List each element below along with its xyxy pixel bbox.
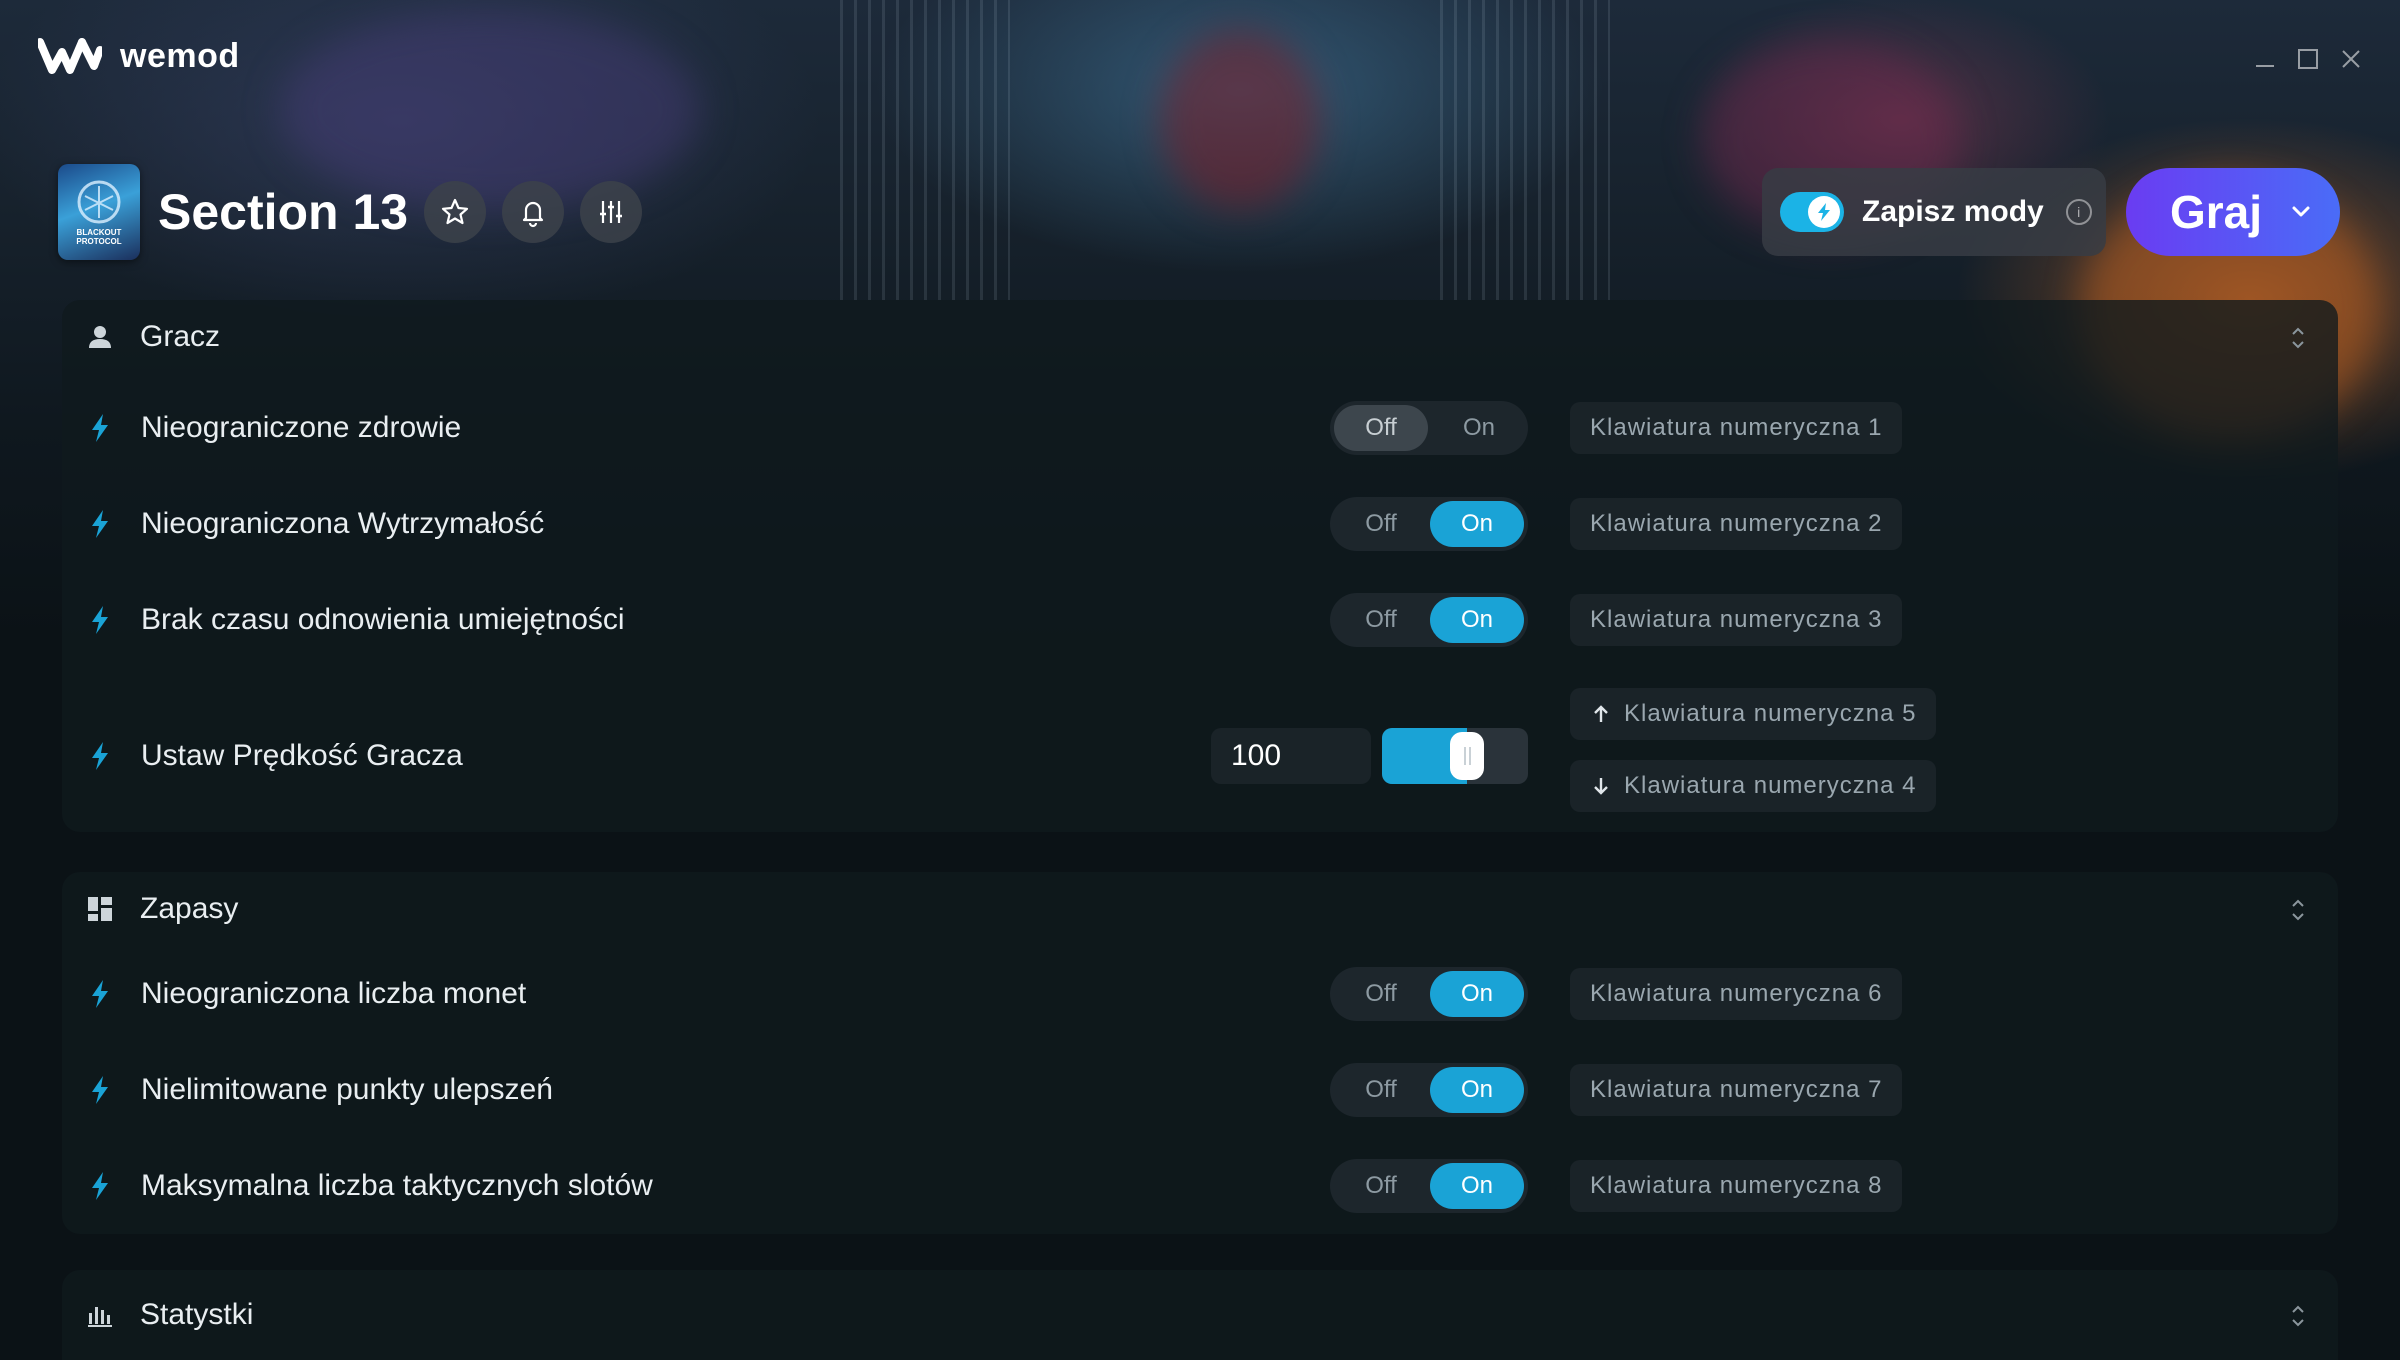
mod-toggle[interactable]: Off On [1330, 1063, 1528, 1117]
maximize-icon[interactable] [2293, 44, 2323, 74]
section-header-stats[interactable]: Statystki [62, 1278, 2338, 1352]
mod-label: Nielimitowane punkty ulepszeń [141, 1073, 553, 1106]
hotkey-badge[interactable]: Klawiatura numeryczna 3 [1570, 594, 1903, 646]
bolt-icon [92, 1172, 108, 1200]
bolt-icon [92, 414, 108, 442]
mod-label: Brak czasu odnowienia umiejętności [141, 603, 625, 636]
toggle-on[interactable]: On [1430, 501, 1524, 547]
mod-row: Nieograniczone zdrowie Off On Klawiatura… [62, 380, 2338, 476]
mod-row-speed: Ustaw Prędkość Gracza 100 Klawiatura num… [62, 680, 2338, 832]
toggle-on[interactable]: On [1430, 597, 1524, 643]
toggle-off[interactable]: Off [1334, 1163, 1428, 1209]
favorite-button[interactable] [424, 181, 487, 243]
collapse-icon[interactable] [2286, 324, 2310, 352]
speed-slider[interactable] [1382, 728, 1528, 784]
mod-label: Nieograniczona Wytrzymałość [141, 507, 545, 540]
hotkey-label: Klawiatura numeryczna 4 [1624, 772, 1917, 799]
toggle-on[interactable]: On [1430, 1163, 1524, 1209]
hotkey-label: Klawiatura numeryczna 5 [1624, 700, 1917, 727]
star-icon [442, 198, 469, 225]
hotkey-badge[interactable]: Klawiatura numeryczna 8 [1570, 1160, 1903, 1212]
sliders-icon [600, 201, 623, 223]
user-icon [89, 326, 111, 348]
settings-button[interactable] [580, 181, 643, 243]
bolt-icon [1818, 203, 1830, 221]
info-icon[interactable]: i [2065, 199, 2092, 225]
grid-icon [88, 897, 112, 921]
section-title: Gracz [140, 320, 221, 353]
game-title: Section 13 [158, 184, 409, 240]
section-player: Gracz Nieograniczone zdrowie Off On Klaw… [62, 300, 2338, 832]
minimize-icon[interactable] [2250, 44, 2280, 74]
toggle-off[interactable]: Off [1334, 405, 1428, 451]
section-title: Statystki [140, 1298, 254, 1331]
speed-value-input[interactable]: 100 [1211, 728, 1371, 784]
section-supplies: Zapasy Nieograniczona liczba monet Off O… [62, 872, 2338, 1234]
bar-chart-icon [88, 1307, 112, 1327]
save-mods-control[interactable]: Zapisz mody i [1762, 168, 2106, 256]
section-title: Zapasy [140, 892, 239, 925]
toggle-off[interactable]: Off [1334, 1067, 1428, 1113]
mod-label: Nieograniczone zdrowie [141, 411, 462, 444]
hotkey-badge[interactable]: Klawiatura numeryczna 1 [1570, 402, 1903, 454]
save-mods-label: Zapisz mody [1862, 195, 2044, 228]
hotkey-badge[interactable]: Klawiatura numeryczna 6 [1570, 968, 1903, 1020]
bolt-icon [92, 606, 108, 634]
bolt-icon [92, 510, 108, 538]
bell-icon [523, 201, 544, 228]
bolt-icon [92, 742, 108, 770]
close-icon[interactable] [2336, 44, 2366, 74]
cover-title: BLACKOUT PROTOCOL [76, 228, 122, 246]
arrow-down-icon [1594, 778, 1608, 795]
mod-row: Brak czasu odnowienia umiejętności Off O… [62, 572, 2338, 668]
toggle-on[interactable]: On [1430, 1067, 1524, 1113]
slider-handle[interactable] [1450, 732, 1484, 780]
app-logo: wemod [38, 36, 240, 76]
collapse-icon[interactable] [2286, 896, 2310, 924]
game-header: BLACKOUT PROTOCOL Section 13 [58, 164, 643, 260]
mod-label: Ustaw Prędkość Gracza [141, 739, 463, 772]
mod-label: Maksymalna liczba taktycznych slotów [141, 1169, 653, 1202]
play-button[interactable]: Graj [2126, 168, 2340, 256]
wemod-logo-icon [38, 38, 102, 74]
bolt-icon [92, 980, 108, 1008]
section-header-supplies[interactable]: Zapasy [62, 872, 2338, 946]
toggle-off[interactable]: Off [1334, 597, 1428, 643]
mod-row: Nieograniczona Wytrzymałość Off On Klawi… [62, 476, 2338, 572]
save-mods-toggle[interactable] [1780, 192, 1844, 232]
title-bar: wemod [0, 0, 2400, 120]
toggle-off[interactable]: Off [1334, 971, 1428, 1017]
toggle-on[interactable]: On [1430, 971, 1524, 1017]
mod-toggle[interactable]: Off On [1330, 401, 1528, 455]
expand-icon[interactable] [2286, 1302, 2310, 1330]
mod-toggle[interactable]: Off On [1330, 497, 1528, 551]
section-stats: Statystki [62, 1270, 2338, 1360]
game-cover: BLACKOUT PROTOCOL [58, 164, 140, 260]
hotkey-badge-up[interactable]: Klawiatura numeryczna 5 [1570, 688, 1937, 740]
chevron-down-icon[interactable] [2288, 199, 2314, 225]
mod-toggle[interactable]: Off On [1330, 593, 1528, 647]
hotkey-badge[interactable]: Klawiatura numeryczna 7 [1570, 1064, 1903, 1116]
hotkey-badge-down[interactable]: Klawiatura numeryczna 4 [1570, 760, 1937, 812]
section-header-player[interactable]: Gracz [62, 300, 2338, 374]
toggle-on[interactable]: On [1432, 405, 1526, 451]
mod-toggle[interactable]: Off On [1330, 1159, 1528, 1213]
toggle-off[interactable]: Off [1334, 501, 1428, 547]
mod-toggle[interactable]: Off On [1330, 967, 1528, 1021]
arrow-up-icon [1594, 705, 1608, 722]
mod-row: Maksymalna liczba taktycznych slotów Off… [62, 1138, 2338, 1234]
notifications-button[interactable] [502, 181, 565, 243]
save-mods-knob [1808, 196, 1840, 228]
app-name: wemod [120, 36, 240, 75]
mod-row: Nieograniczona liczba monet Off On Klawi… [62, 946, 2338, 1042]
mod-label: Nieograniczona liczba monet [141, 977, 527, 1010]
mod-row: Nielimitowane punkty ulepszeń Off On Kla… [62, 1042, 2338, 1138]
hotkey-badge[interactable]: Klawiatura numeryczna 2 [1570, 498, 1903, 550]
bolt-icon [92, 1076, 108, 1104]
play-label: Graj [2170, 186, 2263, 238]
